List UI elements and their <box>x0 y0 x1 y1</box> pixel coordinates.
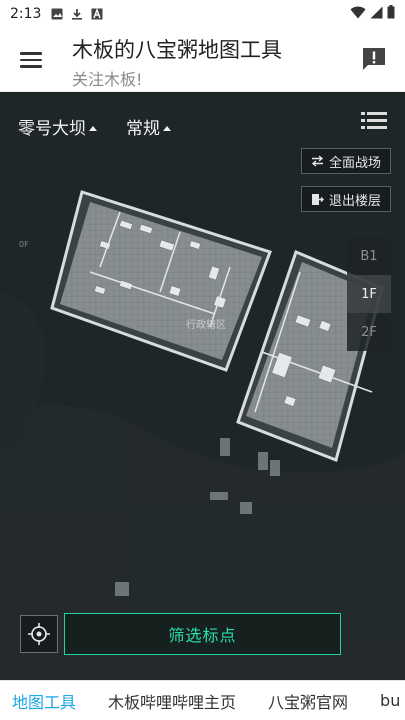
exit-icon <box>311 193 324 205</box>
tab-more[interactable]: bu <box>380 691 400 710</box>
floor-1f[interactable]: 1F <box>347 275 391 313</box>
menu-icon-line <box>20 65 42 68</box>
area-label: 行政辖区 <box>186 320 226 331</box>
locate-button[interactable] <box>20 615 58 653</box>
tab-bilibili-home[interactable]: 木板哔哩哔哩主页 <box>108 689 236 713</box>
bottom-tab-bar: 地图工具 木板哔哩哔哩主页 八宝粥官网 bu <box>0 680 405 720</box>
map-select-label: 零号大坝 <box>18 119 86 139</box>
feedback-button[interactable] <box>361 46 387 72</box>
status-bar: 2:13 <box>0 0 405 28</box>
mode-select-label: 常规 <box>126 119 160 139</box>
app-subtitle: 关注木板! <box>72 70 143 89</box>
battery-icon <box>387 5 395 23</box>
map-view[interactable]: 零号大坝 常规 全面战场 退出楼层 B1 1F 2F 行政辖区 0F 筛选标点 <box>0 92 405 680</box>
status-time: 2:13 <box>10 6 42 22</box>
app-title: 木板的八宝粥地图工具 <box>72 38 282 62</box>
floor-mark-label: 0F <box>19 240 29 249</box>
floor-b1[interactable]: B1 <box>347 237 391 275</box>
list-icon-row <box>361 117 387 124</box>
feedback-icon <box>363 48 385 70</box>
status-right <box>350 5 395 23</box>
menu-button[interactable] <box>14 48 48 72</box>
app-a-icon <box>91 8 103 20</box>
app-screen: 2:13 木板的八宝粥地图工具 关注木板! 零号大坝 常规 全面战场 退出楼层 … <box>0 0 405 720</box>
swap-icon <box>311 155 324 167</box>
caret-up-icon <box>89 126 97 131</box>
menu-icon-line <box>20 58 42 61</box>
tab-map-tool[interactable]: 地图工具 <box>12 689 76 713</box>
tab-official-site[interactable]: 八宝粥官网 <box>268 689 348 713</box>
crosshair-icon <box>28 623 50 645</box>
floor-2f[interactable]: 2F <box>347 313 391 351</box>
floor-selector: B1 1F 2F <box>347 237 391 351</box>
exit-floor-label: 退出楼层 <box>328 193 381 209</box>
full-battlefield-label: 全面战场 <box>328 155 381 171</box>
exit-floor-button[interactable]: 退出楼层 <box>300 186 391 212</box>
mode-select[interactable]: 常规 <box>126 114 171 139</box>
menu-icon-line <box>20 52 42 55</box>
filter-markers-button[interactable]: 筛选标点 <box>64 613 341 655</box>
caret-up-icon <box>163 126 171 131</box>
list-button[interactable] <box>361 110 387 132</box>
app-bar: 木板的八宝粥地图工具 关注木板! <box>0 28 405 92</box>
list-icon-row <box>361 110 387 117</box>
list-icon-row <box>361 124 387 131</box>
download-icon <box>71 8 83 20</box>
wifi-icon <box>350 6 366 23</box>
signal-icon <box>370 6 383 23</box>
map-canvas[interactable] <box>0 92 405 680</box>
full-battlefield-button[interactable]: 全面战场 <box>300 148 391 174</box>
map-select[interactable]: 零号大坝 <box>18 114 97 139</box>
image-notification-icon <box>51 8 63 20</box>
filter-markers-label: 筛选标点 <box>168 626 237 645</box>
